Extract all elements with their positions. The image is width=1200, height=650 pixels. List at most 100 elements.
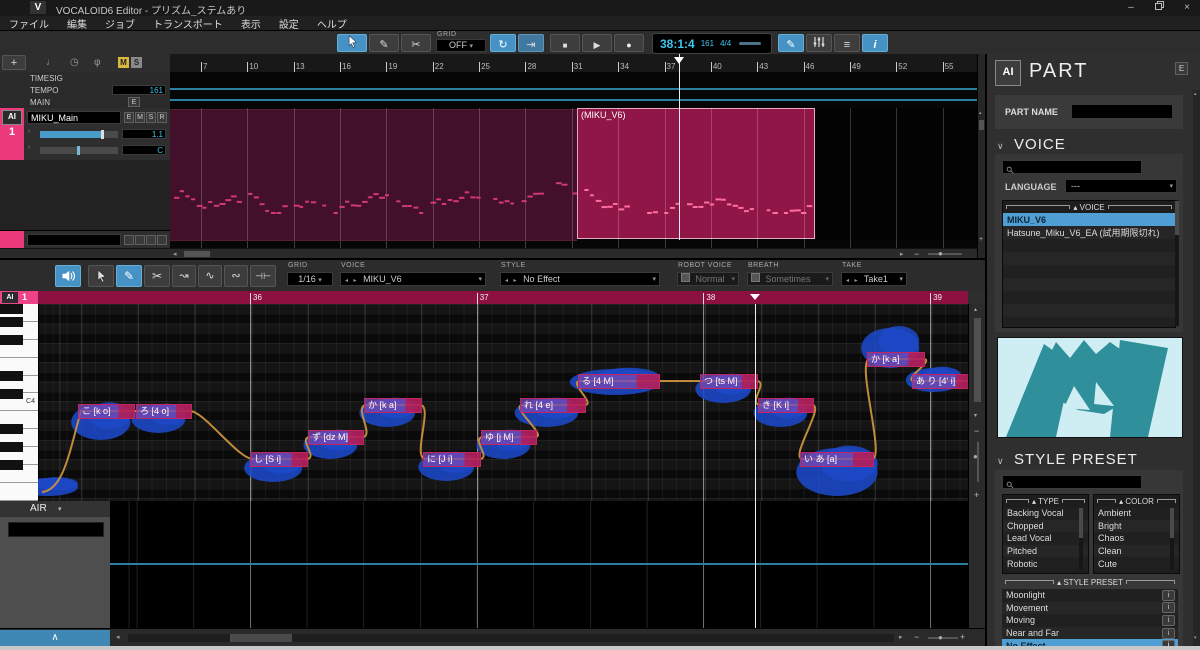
- scroll-down-icon[interactable]: ▾: [974, 412, 977, 419]
- black-key[interactable]: [0, 424, 23, 434]
- pr-scissors-tool[interactable]: ✂: [144, 265, 170, 287]
- scroll-left-icon[interactable]: ◂: [173, 250, 177, 258]
- arrangement-hscroll-thumb[interactable]: [184, 251, 210, 257]
- type-list-scroll-thumb[interactable]: [1079, 508, 1083, 538]
- metronome-icon[interactable]: φ: [94, 57, 100, 68]
- color-list-scroll-thumb[interactable]: [1170, 508, 1174, 538]
- pan-slider[interactable]: [40, 147, 118, 154]
- preset-info-button[interactable]: i: [1162, 590, 1175, 601]
- zoom-v-slider-thumb[interactable]: ●: [973, 452, 978, 461]
- menu-0[interactable]: ファイル: [0, 16, 58, 31]
- pan-slider-thumb[interactable]: [77, 146, 80, 155]
- pencil-tool-button[interactable]: ✎: [369, 34, 399, 52]
- scroll-left-icon[interactable]: ◂: [116, 633, 120, 641]
- note-2[interactable]: し [S i]: [250, 452, 308, 467]
- pr-grid-select[interactable]: 1/16 ▾: [287, 272, 333, 286]
- pitch-draw-tool[interactable]: ↝: [172, 265, 196, 287]
- prev-voice-icon[interactable]: ◂: [345, 278, 348, 284]
- prev-style-icon[interactable]: ◂: [505, 278, 508, 284]
- volume-value[interactable]: 1.1: [122, 129, 166, 139]
- type-list-item-3[interactable]: Pitched: [1003, 545, 1088, 558]
- color-list-item-0[interactable]: Ambient: [1094, 507, 1179, 520]
- color-list-item-3[interactable]: Clean: [1094, 545, 1179, 558]
- menu-5[interactable]: 設定: [270, 16, 308, 31]
- menu-6[interactable]: ヘルプ: [308, 16, 356, 31]
- black-key[interactable]: [0, 335, 23, 345]
- voice-list-empty-row[interactable]: [1003, 265, 1175, 278]
- track-partial-name[interactable]: [27, 234, 121, 246]
- black-key[interactable]: [0, 371, 23, 381]
- note-grid[interactable]: [39, 304, 968, 501]
- breath-checkbox[interactable]: [751, 273, 760, 282]
- black-key[interactable]: [0, 460, 23, 470]
- preset-info-button[interactable]: i: [1162, 640, 1175, 646]
- track-solo-button[interactable]: S: [146, 112, 156, 123]
- black-key[interactable]: [0, 304, 23, 314]
- zoom-in-v-icon[interactable]: +: [974, 490, 979, 500]
- voice-list-empty-row[interactable]: [1003, 291, 1175, 304]
- loop-button[interactable]: ↻: [490, 34, 516, 52]
- track-partial-btn4[interactable]: [157, 235, 167, 245]
- preset-info-button[interactable]: i: [1162, 615, 1175, 626]
- color-list-scrollbar[interactable]: [1170, 508, 1174, 570]
- pr-playhead-marker[interactable]: [750, 294, 760, 300]
- white-key[interactable]: [0, 483, 38, 501]
- master-mute-button[interactable]: M: [118, 57, 129, 68]
- breath-select[interactable]: Sometimes ▾: [747, 272, 833, 286]
- voice-list-scrollbar[interactable]: [1175, 200, 1179, 326]
- note-11[interactable]: い あ [a]: [800, 452, 874, 467]
- part-panel-scrollbar[interactable]: ▴ ▾: [1193, 90, 1200, 646]
- color-list-header[interactable]: ▴ COLOR: [1094, 495, 1179, 507]
- note-icon[interactable]: ♩: [46, 57, 56, 68]
- part-e-button[interactable]: E: [1175, 62, 1188, 75]
- note-6[interactable]: ゆ [j M]: [481, 430, 537, 445]
- voice-list-empty-row[interactable]: [1003, 278, 1175, 291]
- type-list-header[interactable]: ▴ TYPE: [1003, 495, 1088, 507]
- zoom-out-v-icon[interactable]: −: [974, 426, 979, 436]
- note-4[interactable]: か [k a]: [364, 398, 422, 413]
- color-list-item-4[interactable]: Cute: [1094, 557, 1179, 570]
- track-partial-btn1[interactable]: [124, 235, 134, 245]
- voice-list-empty-row[interactable]: [1003, 252, 1175, 265]
- menu-2[interactable]: ジョブ: [96, 16, 144, 31]
- track-partial-btn2[interactable]: [135, 235, 145, 245]
- color-list-item-1[interactable]: Bright: [1094, 520, 1179, 533]
- scroll-right-icon[interactable]: ▸: [899, 633, 903, 641]
- add-track-button[interactable]: +: [2, 55, 26, 70]
- note-10[interactable]: き [K i]: [758, 398, 814, 413]
- scroll-up-icon[interactable]: ▴: [1194, 91, 1197, 97]
- track-partial-btn3[interactable]: [146, 235, 156, 245]
- black-key[interactable]: [0, 389, 23, 399]
- scroll-right-icon[interactable]: ▸: [900, 250, 904, 258]
- track-e-button[interactable]: E: [124, 112, 134, 123]
- robot-voice-select[interactable]: Normal ▾: [677, 272, 739, 286]
- track-record-button[interactable]: R: [157, 112, 167, 123]
- language-select[interactable]: --- ▾: [1065, 179, 1177, 193]
- preset-list-item-3[interactable]: Near and Fari: [1002, 627, 1178, 640]
- robot-voice-checkbox[interactable]: [681, 273, 690, 282]
- type-list-item-4[interactable]: Robotic: [1003, 557, 1088, 570]
- next-take-icon[interactable]: ▸: [855, 278, 858, 284]
- next-style-icon[interactable]: ▸: [514, 278, 517, 284]
- style-select[interactable]: ◂ ▸ No Effect ▾: [500, 272, 660, 286]
- black-key[interactable]: [0, 442, 23, 452]
- part-name-input[interactable]: [1071, 104, 1173, 119]
- list-view-button[interactable]: ≡: [834, 34, 860, 52]
- voice-list-scroll-thumb[interactable]: [1175, 201, 1179, 235]
- air-grid[interactable]: [110, 501, 968, 628]
- arrangement-playhead-line[interactable]: [679, 54, 680, 240]
- zoom-in-h-icon[interactable]: +: [960, 632, 965, 642]
- type-list-item-1[interactable]: Chopped: [1003, 520, 1088, 533]
- clock-icon[interactable]: ◷: [70, 57, 79, 68]
- type-list-scrollbar[interactable]: [1079, 508, 1083, 570]
- style-preset-section-header[interactable]: ∨ STYLE PRESET: [997, 451, 1138, 469]
- track-partial[interactable]: [0, 230, 170, 249]
- air-value-box[interactable]: [8, 522, 104, 537]
- next-voice-icon[interactable]: ▸: [354, 278, 357, 284]
- air-chevron-icon[interactable]: ▾: [58, 505, 62, 513]
- voice-list-empty-row[interactable]: [1003, 317, 1175, 328]
- mixer-button[interactable]: [806, 34, 832, 52]
- menu-4[interactable]: 表示: [232, 16, 270, 31]
- zoom-h-slider-thumb[interactable]: ●: [938, 633, 943, 642]
- record-button[interactable]: ●: [614, 34, 644, 52]
